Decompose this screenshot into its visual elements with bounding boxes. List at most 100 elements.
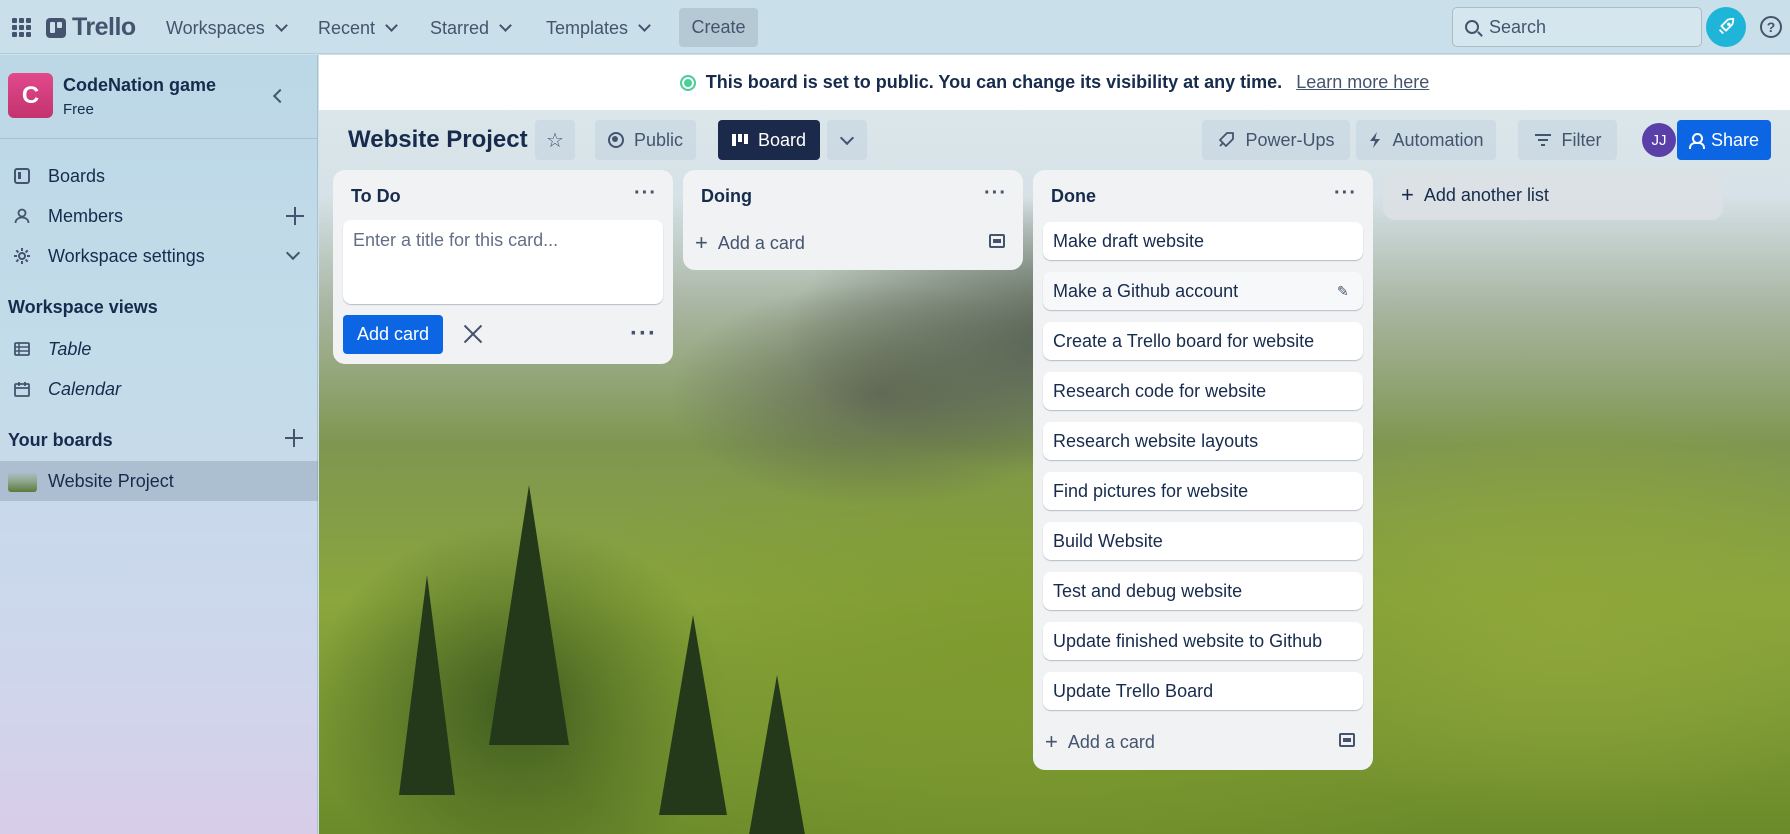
create-button[interactable]: Create [679, 8, 758, 47]
card-title-input[interactable] [343, 220, 663, 304]
card[interactable]: Build Website [1043, 522, 1363, 560]
list-actions-icon[interactable]: ··· [634, 182, 657, 205]
board-thumbnail [8, 472, 37, 492]
boards-icon [14, 168, 30, 184]
sidebar-item-workspace-settings[interactable]: Workspace settings [0, 236, 318, 276]
nav-recent-label: Recent [318, 17, 376, 38]
visibility-label: Public [633, 129, 684, 150]
list-doing: Doing ··· + Add a card [683, 170, 1023, 270]
learn-more-link[interactable]: Learn more here [1296, 72, 1429, 93]
add-list-label: Add another list [1423, 184, 1549, 205]
card[interactable]: Find pictures for website [1043, 472, 1363, 510]
composer-options-icon[interactable]: ··· [630, 320, 657, 348]
nav-workspaces-label: Workspaces [166, 17, 265, 38]
help-icon[interactable]: ? [1760, 16, 1782, 38]
trello-logo[interactable]: Trello [46, 13, 136, 42]
notice-text: This board is set to public. You can cha… [705, 72, 1283, 92]
chevron-down-icon [274, 19, 288, 32]
nav-workspaces-menu[interactable]: Workspaces [162, 12, 290, 44]
card[interactable]: Test and debug website [1043, 572, 1363, 610]
chevron-down-icon [638, 19, 651, 32]
sidebar-item-calendar-view[interactable]: Calendar [0, 369, 318, 409]
board-title[interactable]: Website Project [348, 126, 528, 154]
add-card-submit-button[interactable]: Add card [343, 315, 443, 354]
trello-logo-text: Trello [72, 13, 136, 41]
list-actions-icon[interactable]: ··· [1334, 182, 1357, 205]
member-avatar[interactable]: JJ [1642, 123, 1676, 157]
chevron-down-icon[interactable] [285, 245, 301, 261]
card[interactable]: Make a Github account ✎ [1043, 272, 1363, 310]
chevron-down-icon [839, 130, 855, 145]
add-card-button[interactable]: + Add a card [695, 227, 805, 259]
card-title: Find pictures for website [1053, 481, 1249, 501]
search-input[interactable]: Search [1452, 7, 1702, 47]
add-member-icon[interactable] [286, 207, 304, 225]
card-template-icon[interactable] [989, 234, 1005, 248]
power-ups-label: Power-Ups [1245, 129, 1335, 150]
plus-icon: + [695, 230, 708, 255]
public-board-notice: This board is set to public. You can cha… [319, 55, 1790, 110]
automation-button[interactable]: Automation [1356, 120, 1496, 160]
pencil-icon[interactable]: ✎ [1337, 283, 1351, 299]
collapse-sidebar-icon[interactable] [272, 88, 288, 104]
nav-starred-label: Starred [430, 17, 490, 38]
filter-label: Filter [1561, 129, 1602, 150]
gear-icon [14, 248, 30, 264]
card[interactable]: Make draft website [1043, 222, 1363, 260]
list-title[interactable]: Done [1051, 186, 1096, 207]
list-done: Done ··· Make draft website Make a Githu… [1033, 170, 1373, 770]
plus-icon: + [1401, 182, 1414, 207]
power-ups-button[interactable]: Power-Ups [1202, 120, 1350, 160]
card[interactable]: Update finished website to Github [1043, 622, 1363, 660]
card[interactable]: Update Trello Board [1043, 672, 1363, 710]
search-placeholder: Search [1489, 16, 1547, 37]
card-composer [343, 220, 663, 304]
background-tree [489, 485, 569, 745]
sidebar-item-label: Boards [48, 165, 106, 186]
workspace-header: C CodeNation game Free [0, 55, 318, 139]
card[interactable]: Research code for website [1043, 372, 1363, 410]
add-another-list-button[interactable]: + Add another list [1383, 170, 1723, 220]
chevron-down-icon [499, 19, 512, 32]
board-view-label: Board [757, 129, 807, 150]
board-view-button[interactable]: Board [718, 120, 820, 160]
sidebar-item-label: Members [48, 205, 124, 226]
add-board-icon[interactable] [285, 429, 303, 447]
sidebar-board-website-project[interactable]: Website Project [0, 461, 318, 501]
switch-views-button[interactable] [827, 120, 867, 160]
card-title: Test and debug website [1053, 581, 1243, 601]
card-template-icon[interactable] [1339, 733, 1355, 747]
background-tree [749, 675, 805, 834]
add-card-button[interactable]: + Add a card [1045, 726, 1155, 758]
nav-recent-menu[interactable]: Recent [314, 12, 400, 44]
sidebar-item-boards[interactable]: Boards [0, 156, 318, 196]
list-actions-icon[interactable]: ··· [984, 182, 1007, 205]
trello-logo-icon [46, 17, 66, 38]
list-title[interactable]: To Do [351, 186, 401, 207]
workspace-name[interactable]: CodeNation game [63, 75, 216, 96]
sidebar-item-label: Workspace settings [48, 245, 205, 266]
card[interactable]: Create a Trello board for website [1043, 322, 1363, 360]
chevron-down-icon [385, 19, 398, 32]
nav-templates-menu[interactable]: Templates [542, 12, 653, 44]
sidebar-item-members[interactable]: Members [0, 196, 318, 236]
card[interactable]: Research website layouts [1043, 422, 1363, 460]
app-switcher-icon[interactable] [10, 16, 32, 38]
your-boards-heading: Your boards [8, 430, 113, 450]
star-board-button[interactable]: ☆ [535, 120, 575, 160]
list-title[interactable]: Doing [701, 186, 752, 207]
filter-button[interactable]: Filter [1518, 120, 1617, 160]
workspace-avatar[interactable]: C [8, 73, 53, 118]
table-icon [14, 342, 30, 356]
share-button[interactable]: Share [1677, 120, 1771, 160]
person-icon [14, 208, 30, 224]
visibility-button[interactable]: Public [595, 120, 696, 160]
close-icon[interactable] [457, 318, 489, 350]
top-navigation-bar: Trello Workspaces Recent Starred Templat… [0, 0, 1790, 54]
share-label: Share [1710, 129, 1760, 150]
sidebar-item-table-view[interactable]: Table [0, 329, 318, 369]
nav-starred-menu[interactable]: Starred [426, 12, 514, 44]
sidebar-board-label: Website Project [48, 470, 174, 491]
notifications-button[interactable] [1706, 7, 1746, 47]
star-icon: ☆ [546, 129, 564, 152]
